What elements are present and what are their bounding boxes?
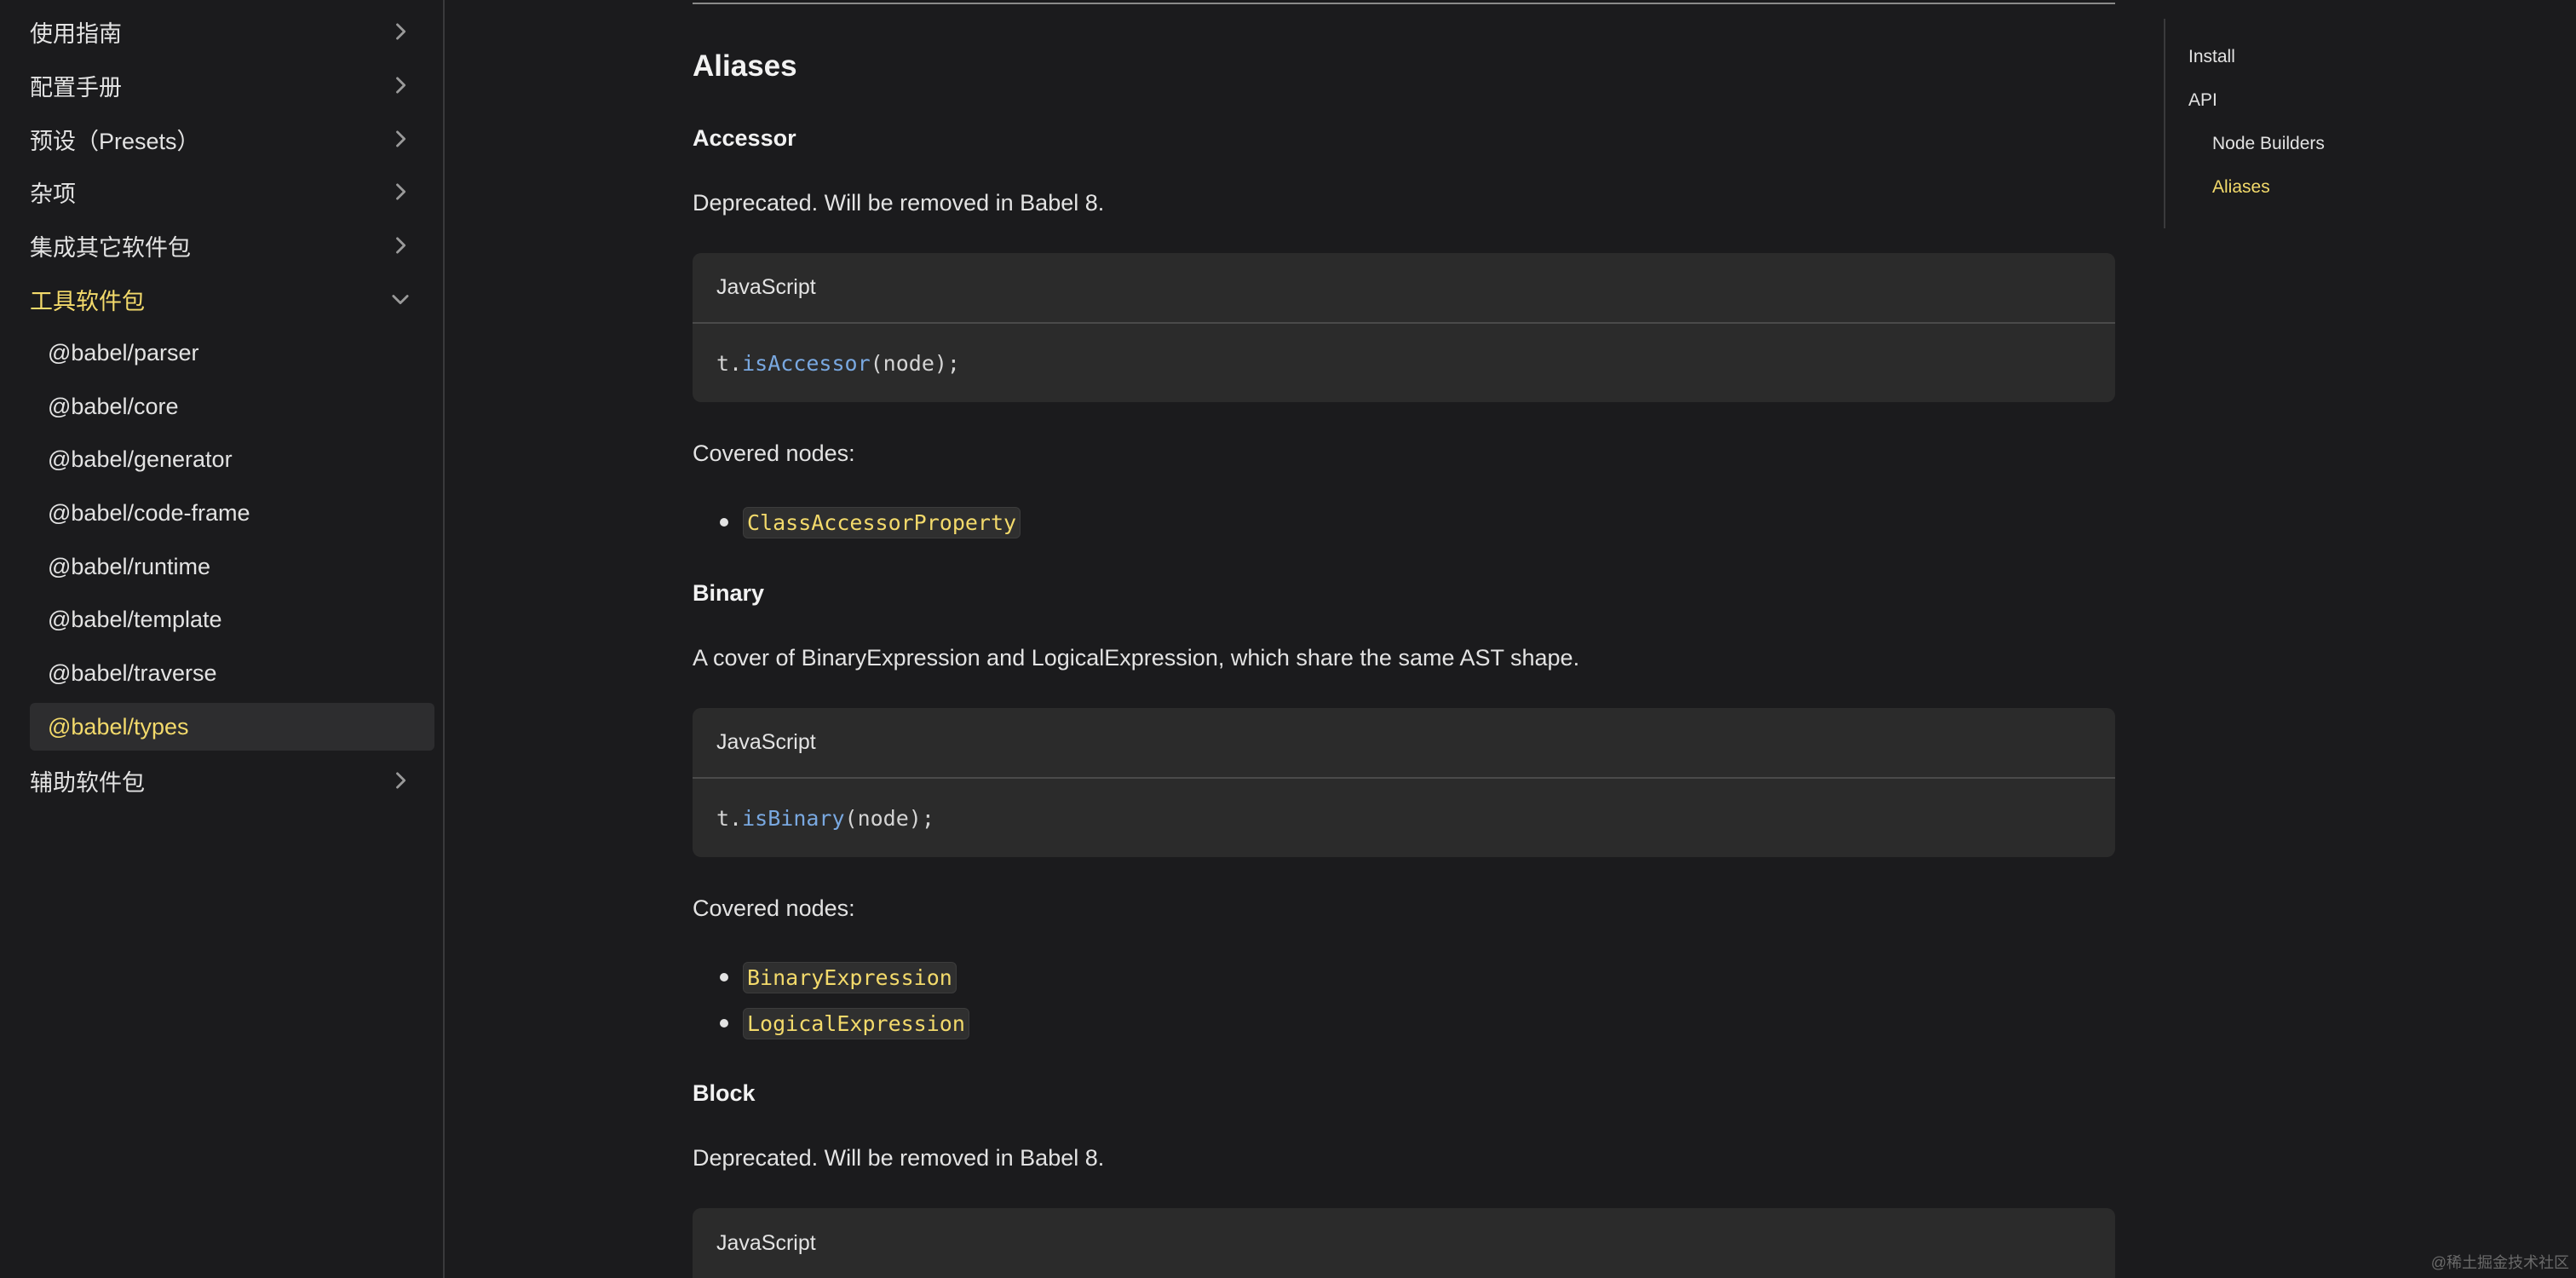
sidebar-category-label: 预设（Presets） (30, 128, 200, 154)
toc-item-aliases[interactable]: Aliases (2212, 177, 2270, 198)
sidebar-category-misc[interactable]: 杂项 (0, 168, 445, 216)
sidebar-category-tooling[interactable]: 工具软件包 (0, 275, 445, 323)
sidebar-item-label: @babel/parser (48, 339, 199, 366)
section-title-accessor: Accessor (693, 125, 796, 151)
sidebar-item-label: @babel/template (48, 606, 222, 632)
bullet-icon (720, 973, 728, 982)
bullet-icon (720, 518, 728, 527)
code-block: JavaScript (693, 1208, 2115, 1278)
code-block-title: JavaScript (693, 253, 2115, 324)
sidebar-category-integrations[interactable]: 集成其它软件包 (0, 222, 445, 269)
code-block: JavaScript t. isBinary (node); (693, 708, 2115, 857)
code-block-title: JavaScript (693, 708, 2115, 779)
sidebar-item-babel-parser[interactable]: @babel/parser (30, 329, 434, 377)
bullet-icon (720, 1019, 728, 1028)
code-function: isAccessor (742, 350, 871, 376)
sidebar-item-label: @babel/generator (48, 446, 233, 472)
sidebar-category-usage-guide[interactable]: 使用指南 (0, 8, 445, 55)
chevron-down-icon (388, 287, 412, 311)
sidebar-item-label: @babel/code-frame (48, 499, 250, 526)
section-description: Deprecated. Will be removed in Babel 8. (693, 190, 1105, 216)
list-item: BinaryExpression (693, 960, 957, 994)
list-item: ClassAccessorProperty (693, 505, 1021, 539)
covered-nodes-label: Covered nodes: (693, 440, 855, 466)
sidebar-item-babel-code-frame[interactable]: @babel/code-frame (30, 489, 434, 537)
inline-code: LogicalExpression (743, 1007, 969, 1039)
sidebar-category-label: 杂项 (30, 181, 76, 207)
chevron-right-icon (388, 769, 412, 792)
section-divider (693, 3, 2115, 4)
sidebar-category-label: 辅助软件包 (30, 769, 145, 796)
sidebar-category-presets[interactable]: 预设（Presets） (0, 115, 445, 163)
sidebar-item-babel-generator[interactable]: @babel/generator (30, 435, 434, 483)
sidebar-category-config[interactable]: 配置手册 (0, 61, 445, 109)
toc-item-api[interactable]: API (2188, 90, 2217, 111)
page-heading-aliases: Aliases (693, 49, 797, 83)
sidebar-item-babel-template[interactable]: @babel/template (30, 596, 434, 643)
sidebar: 使用指南 配置手册 预设（Presets） 杂项 集成其它软件包 工具软件包 @… (0, 0, 445, 1278)
code-text: (node); (870, 350, 960, 376)
inline-code: ClassAccessorProperty (743, 506, 1021, 538)
sidebar-item-label: @babel/core (48, 393, 179, 419)
sidebar-category-helpers[interactable]: 辅助软件包 (0, 757, 445, 804)
code-text: (node); (844, 805, 934, 831)
sidebar-category-label: 集成其它软件包 (30, 234, 191, 261)
toc-item-node-builders[interactable]: Node Builders (2212, 134, 2325, 154)
chevron-right-icon (388, 20, 412, 43)
section-description: Deprecated. Will be removed in Babel 8. (693, 1145, 1105, 1171)
chevron-right-icon (388, 180, 412, 204)
sidebar-category-label: 配置手册 (30, 74, 122, 101)
sidebar-item-babel-types[interactable]: @babel/types (30, 703, 434, 751)
watermark: @稀土掘金技术社区 (2430, 1254, 2569, 1271)
chevron-right-icon (388, 127, 412, 151)
toc-item-install[interactable]: Install (2188, 47, 2235, 67)
covered-nodes-label: Covered nodes: (693, 895, 855, 921)
section-title-block: Block (693, 1080, 756, 1106)
sidebar-item-label: @babel/runtime (48, 553, 211, 579)
chevron-right-icon (388, 233, 412, 257)
code-block-title: JavaScript (716, 1231, 816, 1255)
code-function: isBinary (742, 805, 845, 831)
sidebar-item-label: @babel/types (48, 713, 189, 740)
sidebar-item-babel-traverse[interactable]: @babel/traverse (30, 649, 434, 697)
inline-code: BinaryExpression (743, 961, 957, 993)
section-title-binary: Binary (693, 580, 765, 606)
main-content: Aliases Accessor Deprecated. Will be rem… (693, 0, 2115, 1278)
sidebar-item-babel-runtime[interactable]: @babel/runtime (30, 543, 434, 590)
section-description: A cover of BinaryExpression and LogicalE… (693, 645, 1580, 671)
chevron-right-icon (388, 73, 412, 97)
sidebar-category-label: 工具软件包 (30, 288, 145, 314)
code-text: t. (716, 805, 743, 831)
code-line: t. isBinary (node); (693, 779, 2115, 857)
list-item: LogicalExpression (693, 1006, 969, 1040)
sidebar-item-babel-core[interactable]: @babel/core (30, 383, 434, 430)
code-line: t. isAccessor (node); (693, 324, 2115, 402)
sidebar-item-label: @babel/traverse (48, 659, 217, 686)
code-block: JavaScript t. isAccessor (node); (693, 253, 2115, 402)
sidebar-category-label: 使用指南 (30, 20, 122, 47)
code-text: t. (716, 350, 743, 376)
table-of-contents: Install API Node Builders Aliases (2164, 19, 2385, 228)
